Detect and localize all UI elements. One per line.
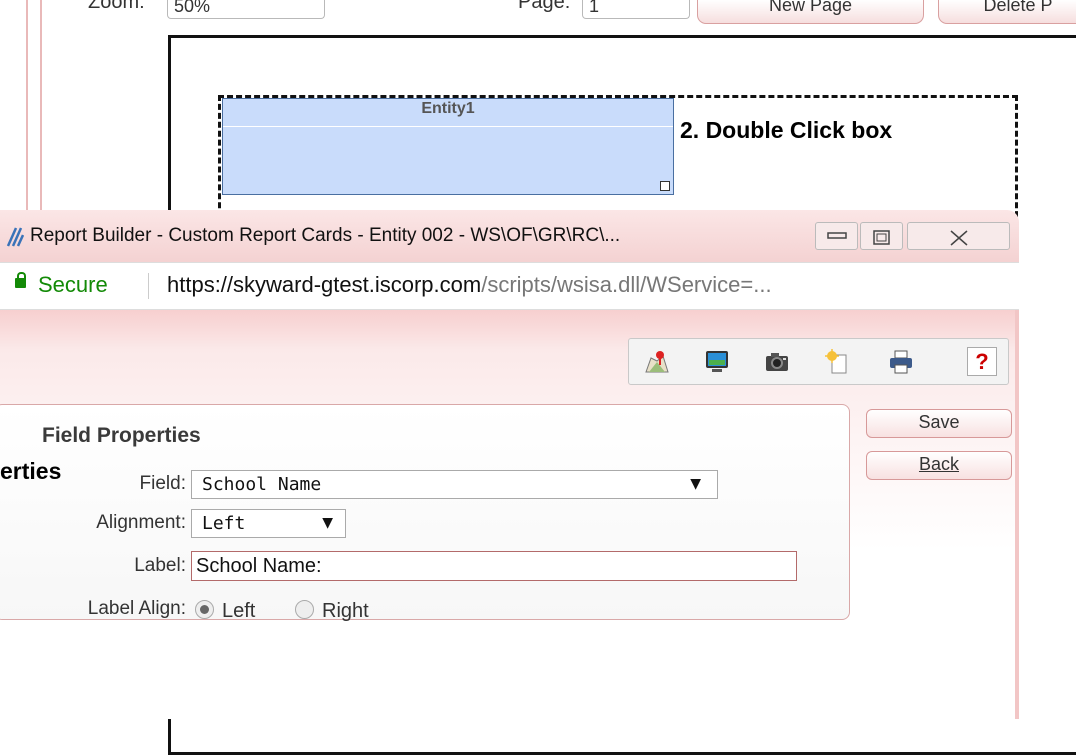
label-align-left-text: Left — [222, 600, 256, 622]
builder-toolbar: Zoom: 50% Page: 1 New Page Delete P — [0, 0, 1076, 24]
dropdown-arrow-icon: ▼ — [690, 476, 701, 492]
label-align-right-text: Right — [322, 600, 369, 622]
alignment-select-value: Left — [202, 513, 246, 534]
field-label: Field: — [139, 473, 186, 494]
window-titlebar: Report Builder - Custom Report Cards - E… — [0, 210, 1019, 262]
label-align-label: Label Align: — [87, 598, 186, 619]
minimize-icon — [826, 232, 847, 239]
help-button[interactable]: ? — [967, 347, 997, 376]
app-logo-icon — [6, 226, 25, 254]
secure-label: Secure — [38, 272, 108, 297]
maximize-button[interactable] — [860, 222, 903, 250]
alignment-select[interactable]: Left ▼ — [191, 509, 346, 538]
url-path: /scripts/wsisa.dll/WService=... — [481, 272, 772, 297]
entity-title: Entity1 — [223, 99, 673, 127]
delete-page-button[interactable]: Delete P — [938, 0, 1076, 24]
close-button[interactable] — [907, 222, 1010, 250]
label-align-right-radio[interactable] — [295, 600, 314, 619]
close-icon — [950, 230, 967, 246]
annotation-text: 2. Double Click box — [680, 117, 893, 143]
dropdown-arrow-icon: ▼ — [322, 515, 333, 531]
field-select[interactable]: School Name ▼ — [191, 470, 718, 499]
field-select-value: School Name — [202, 474, 322, 495]
entity-box[interactable]: Entity1 — [222, 98, 674, 195]
label-label: Label: — [134, 555, 186, 576]
lock-icon — [15, 272, 26, 288]
new-page-button[interactable]: New Page — [697, 0, 924, 24]
back-button[interactable]: Back — [866, 451, 1012, 480]
resize-handle[interactable] — [660, 181, 670, 191]
window-title: Report Builder - Custom Report Cards - E… — [30, 225, 621, 246]
print-icon[interactable] — [887, 348, 915, 376]
icon-toolbar: ? — [628, 338, 1009, 385]
address-separator — [148, 273, 149, 299]
url-host: https://skyward-gtest.iscorp.com — [167, 272, 482, 297]
zoom-input[interactable]: 50% — [167, 0, 325, 19]
back-button-label: Back — [918, 454, 960, 474]
maximize-icon — [872, 230, 890, 245]
map-icon[interactable] — [643, 348, 671, 376]
label-align-left-radio[interactable] — [195, 600, 214, 619]
minimize-button[interactable] — [815, 222, 858, 250]
window-border — [1015, 310, 1019, 719]
page-label: Page: — [518, 0, 571, 13]
panel-title: Field Properties — [42, 424, 201, 447]
url-text[interactable]: https://skyward-gtest.iscorp.com/scripts… — [167, 272, 772, 298]
save-button[interactable]: Save — [866, 409, 1012, 438]
zoom-label: Zoom: — [88, 0, 145, 13]
address-bar[interactable]: Secure https://skyward-gtest.iscorp.com/… — [0, 262, 1019, 310]
monitor-icon[interactable] — [703, 348, 731, 376]
background-clipped-text: erties — [0, 458, 62, 484]
camera-icon[interactable] — [763, 348, 791, 376]
new-document-icon[interactable] — [823, 348, 851, 376]
label-input[interactable]: School Name: — [191, 551, 797, 581]
page-input[interactable]: 1 — [582, 0, 690, 19]
alignment-label: Alignment: — [96, 512, 186, 533]
